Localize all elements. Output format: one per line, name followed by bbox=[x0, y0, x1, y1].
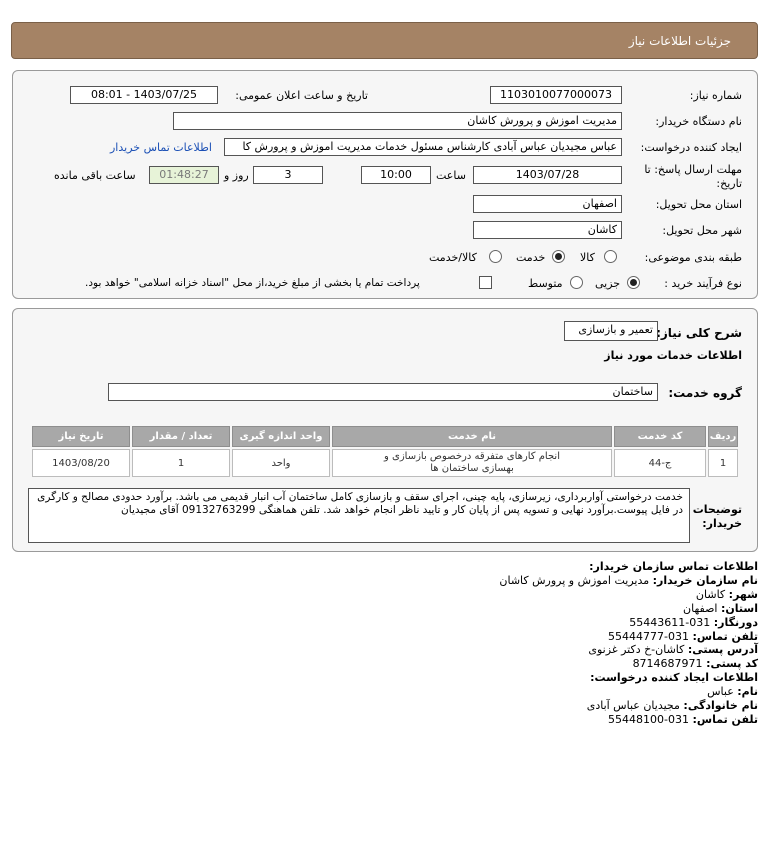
services-table: ردیف کد خدمت نام خدمت واحد اندازه گیری ت… bbox=[30, 424, 740, 479]
col-name-header: نام خدمت bbox=[332, 426, 612, 447]
org-value: مدیریت اموزش و پرورش کاشان bbox=[499, 573, 650, 587]
buyer-org-label: نام دستگاه خریدار: bbox=[655, 115, 742, 128]
cell-unit: واحد bbox=[232, 449, 330, 477]
announce-label: تاریخ و ساعت اعلان عمومی: bbox=[235, 89, 368, 102]
cell-row: 1 bbox=[708, 449, 738, 477]
need-info-panel bbox=[12, 70, 758, 299]
col-unit-header: واحد اندازه گیری bbox=[232, 426, 330, 447]
cell-qty: 1 bbox=[132, 449, 230, 477]
creator-info-heading: اطلاعات ایجاد کننده درخواست: bbox=[590, 671, 758, 685]
table-header-row: ردیف کد خدمت نام خدمت واحد اندازه گیری ت… bbox=[32, 426, 738, 447]
category-radio-goods[interactable] bbox=[604, 250, 617, 263]
days-label: روز و bbox=[224, 169, 249, 182]
remaining-time-field: 01:48:27 bbox=[149, 166, 219, 184]
payment-note: پرداخت تمام یا بخشی از مبلغ خرید،از محل … bbox=[85, 277, 420, 289]
contact-province-value: اصفهان bbox=[683, 601, 718, 615]
contact-city-label: شهر: bbox=[728, 587, 758, 601]
postal-value: 8714687971 bbox=[632, 657, 703, 671]
buyer-org-field[interactable]: مدیریت اموزش و پرورش کاشان bbox=[173, 112, 622, 130]
phone-label: تلفن تماس: bbox=[692, 629, 758, 643]
service-group-label: گروه خدمت: bbox=[668, 386, 742, 400]
deadline-date-field[interactable]: 1403/07/28 bbox=[473, 166, 622, 184]
table-row[interactable]: 1 ج-44 انجام کارهای متفرقه درخصوص بازساز… bbox=[32, 449, 738, 477]
address-label: آدرس پستی: bbox=[687, 643, 758, 657]
city-label: شهر محل تحویل: bbox=[662, 224, 742, 237]
creator-phone-value: 031-55448100 bbox=[608, 712, 690, 726]
col-date-header: تاریخ نیاز bbox=[32, 426, 130, 447]
page-header: جزئیات اطلاعات نیاز bbox=[11, 22, 758, 59]
service-group-field[interactable]: ساختمان bbox=[108, 383, 658, 401]
buyer-desc-label: توضیحات bbox=[692, 503, 742, 516]
need-number-label: شماره نیاز: bbox=[689, 89, 742, 102]
treasury-payment-checkbox[interactable] bbox=[479, 276, 492, 289]
cell-code: ج-44 bbox=[614, 449, 706, 477]
province-label: استان محل تحویل: bbox=[655, 198, 742, 211]
process-option-minor: جزیی bbox=[595, 277, 621, 290]
general-desc-field[interactable]: تعمیر و بازسازی bbox=[564, 321, 658, 341]
category-label: طبقه بندی موضوعی: bbox=[644, 251, 742, 264]
city-field[interactable]: کاشان bbox=[473, 221, 622, 239]
fax-label: دورنگار: bbox=[713, 615, 758, 629]
category-option-service: خدمت bbox=[516, 251, 546, 264]
deadline-label: مهلت ارسال پاسخ: تا bbox=[644, 163, 742, 176]
services-heading: اطلاعات خدمات مورد نیاز bbox=[604, 349, 742, 362]
category-option-goods: کالا bbox=[580, 251, 595, 264]
col-code-header: کد خدمت bbox=[614, 426, 706, 447]
family-value: مجیدیان عباس آبادی bbox=[586, 699, 680, 713]
creator-field[interactable]: عباس مجیدیان عباس آبادی کارشناس مسئول خد… bbox=[224, 138, 622, 156]
announce-datetime-field[interactable]: 1403/07/25 - 08:01 bbox=[70, 86, 218, 104]
org-label: نام سازمان خریدار: bbox=[652, 573, 758, 587]
remaining-label: ساعت باقی مانده bbox=[54, 169, 136, 182]
time-label: ساعت bbox=[436, 169, 466, 182]
contact-heading: اطلاعات تماس سازمان خریدار: bbox=[589, 560, 758, 573]
category-option-goods-service: کالا/خدمت bbox=[429, 251, 477, 264]
name-label: نام: bbox=[737, 685, 758, 699]
cell-name: انجام کارهای متفرقه درخصوص بازسازی و بهس… bbox=[332, 449, 612, 477]
address-value: کاشان-خ دکتر غزنوی bbox=[588, 643, 685, 657]
process-radio-minor[interactable] bbox=[627, 276, 640, 289]
creator-phone-label: تلفن تماس: bbox=[692, 712, 758, 726]
days-field[interactable]: 3 bbox=[253, 166, 323, 184]
category-radio-goods-service[interactable] bbox=[489, 250, 502, 263]
process-radio-medium[interactable] bbox=[570, 276, 583, 289]
cell-date: 1403/08/20 bbox=[32, 449, 130, 477]
col-row-header: ردیف bbox=[708, 426, 738, 447]
col-qty-header: تعداد / مقدار bbox=[132, 426, 230, 447]
process-option-medium: متوسط bbox=[528, 277, 563, 290]
process-label: نوع فرآیند خرید : bbox=[664, 277, 742, 290]
general-desc-label: شرح کلی نیاز: bbox=[656, 326, 742, 340]
contact-city-value: کاشان bbox=[695, 587, 726, 601]
buyer-desc-label-2: خریدار: bbox=[702, 517, 742, 530]
contact-section: اطلاعات تماس سازمان خریدار: نام سازمان خ… bbox=[18, 560, 758, 727]
page-title: جزئیات اطلاعات نیاز bbox=[628, 34, 731, 48]
deadline-date-label: تاریخ: bbox=[716, 177, 742, 190]
phone-value: 031-55444777 bbox=[608, 629, 690, 643]
deadline-time-field[interactable]: 10:00 bbox=[361, 166, 431, 184]
need-number-field[interactable]: 1103010077000073 bbox=[490, 86, 622, 104]
buyer-contact-link[interactable]: اطلاعات تماس خریدار bbox=[110, 141, 212, 154]
creator-label: ایجاد کننده درخواست: bbox=[640, 141, 742, 154]
family-label: نام خانوادگی: bbox=[683, 699, 758, 713]
province-field[interactable]: اصفهان bbox=[473, 195, 622, 213]
name-value: عباس bbox=[707, 685, 734, 699]
buyer-description: خدمت درخواستی آواربرداری، زیرسازی، پایه … bbox=[28, 488, 690, 543]
category-radio-service[interactable] bbox=[552, 250, 565, 263]
fax-value: 031-55443611 bbox=[629, 615, 711, 629]
postal-label: کد پستی: bbox=[706, 657, 758, 671]
contact-province-label: استان: bbox=[721, 601, 758, 615]
